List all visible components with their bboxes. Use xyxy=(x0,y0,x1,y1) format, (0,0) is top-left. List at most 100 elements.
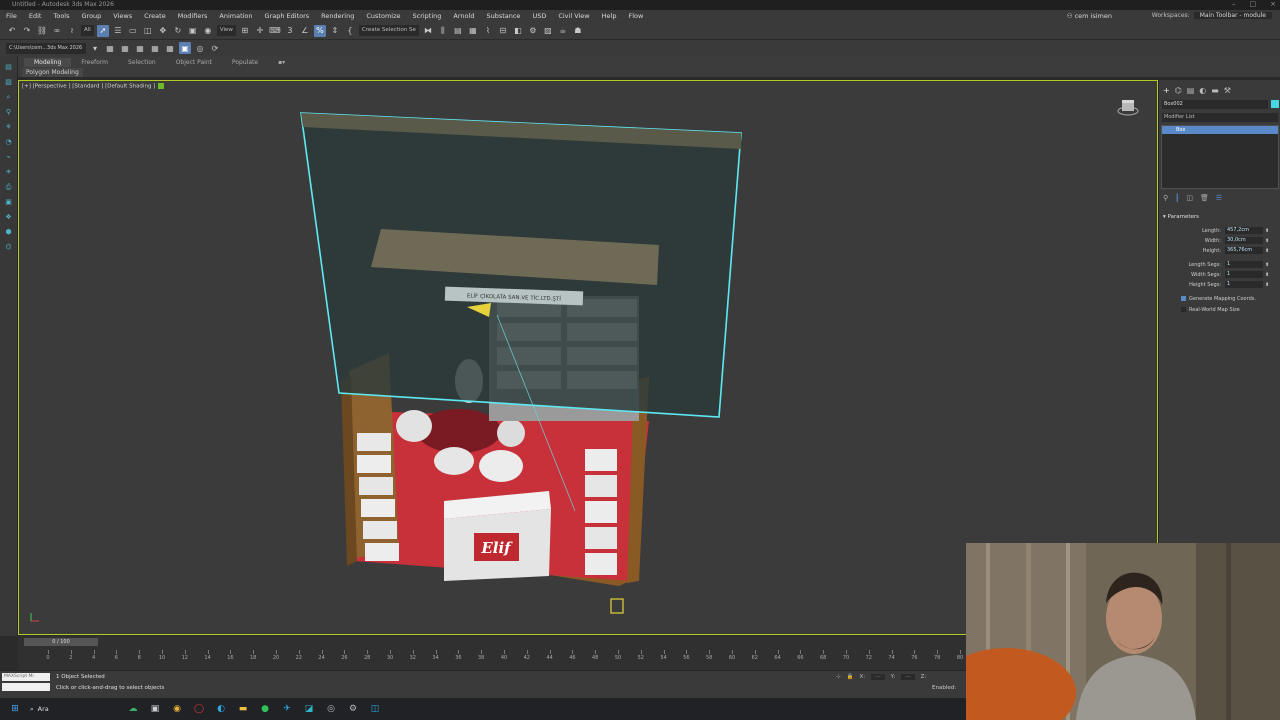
ribbon-options-icon[interactable]: ▪▾ xyxy=(268,58,295,67)
show-end-result-icon[interactable]: ┃ xyxy=(1175,194,1179,202)
menu-usd[interactable]: USD xyxy=(526,12,552,20)
modify-tab-icon[interactable]: ⌬ xyxy=(1175,86,1182,95)
helpers-icon[interactable]: ▣ xyxy=(4,197,14,207)
right-shelf-2[interactable] xyxy=(585,475,617,497)
material-editor-icon[interactable]: ◧ xyxy=(512,25,524,37)
ribbon-toggle-icon[interactable]: ▦ xyxy=(467,25,479,37)
motion-tab-icon[interactable]: ◐ xyxy=(1199,86,1206,95)
y-coord-field[interactable]: — xyxy=(901,674,915,680)
spotify-icon[interactable]: ● xyxy=(258,702,272,716)
geometry-icon[interactable]: ◔ xyxy=(4,137,14,147)
spinner-icon[interactable]: ⬍ xyxy=(1265,238,1269,244)
ribbon-panel-label[interactable]: Polygon Modeling xyxy=(22,68,83,77)
minimize-icon[interactable]: – xyxy=(1232,0,1236,10)
lights-icon[interactable]: ☀ xyxy=(4,167,14,177)
app2-icon[interactable]: ◫ xyxy=(368,702,382,716)
gen-mapping-checkbox[interactable]: Generate Mapping Coords. xyxy=(1181,296,1256,302)
menu-group[interactable]: Group xyxy=(76,12,108,20)
save-icon[interactable]: ▦ xyxy=(134,42,146,54)
tab-modeling[interactable]: Modeling xyxy=(24,58,72,67)
menu-animation[interactable]: Animation xyxy=(213,12,258,20)
shapes-icon[interactable]: ⌁ xyxy=(4,152,14,162)
task-view-icon[interactable]: ▣ xyxy=(148,702,162,716)
right-shelf-1[interactable] xyxy=(585,449,617,471)
obs-icon[interactable]: ◎ xyxy=(324,702,338,716)
length-input[interactable]: 457,2cm xyxy=(1225,227,1263,234)
isolate-icon[interactable]: ▦ xyxy=(164,42,176,54)
toggle-icon[interactable]: ▣ xyxy=(179,42,191,54)
app-icon[interactable]: ✈ xyxy=(280,702,294,716)
bones-icon[interactable]: ⌬ xyxy=(4,242,14,252)
spinner-icon[interactable]: ⬍ xyxy=(1265,262,1269,268)
menu-create[interactable]: Create xyxy=(138,12,172,20)
isolate-icon[interactable]: ⊹ xyxy=(836,674,841,680)
explorer-icon[interactable]: ▬ xyxy=(236,702,250,716)
left-shelf-2[interactable] xyxy=(357,455,391,473)
display-icon[interactable]: ⚲ xyxy=(4,107,14,117)
tab-selection[interactable]: Selection xyxy=(118,58,166,67)
spinner-icon[interactable]: ⬍ xyxy=(1265,228,1269,234)
menu-modifiers[interactable]: Modifiers xyxy=(172,12,214,20)
move-icon[interactable]: ✥ xyxy=(157,25,169,37)
new-scene-icon[interactable]: ▦ xyxy=(104,42,116,54)
snap-3d-icon[interactable]: 3 xyxy=(284,25,296,37)
left-shelf-6[interactable] xyxy=(365,543,399,561)
maxscript-listener[interactable]: MAXScript Mi xyxy=(2,673,50,681)
edge-icon[interactable]: ◐ xyxy=(214,702,228,716)
window-crossing-icon[interactable]: ◫ xyxy=(142,25,154,37)
chair-3[interactable] xyxy=(434,447,474,475)
left-shelf-4[interactable] xyxy=(361,499,395,517)
redo-icon[interactable]: ↷ xyxy=(21,25,33,37)
hierarchy-tab-icon[interactable]: ▤ xyxy=(1187,86,1195,95)
length-segs-input[interactable]: 1 xyxy=(1225,261,1263,268)
menu-edit[interactable]: Edit xyxy=(23,12,48,20)
bind-spacewarp-icon[interactable]: ≀ xyxy=(66,25,78,37)
left-shelf-3[interactable] xyxy=(359,477,393,495)
link-icon[interactable]: ⛓ xyxy=(36,25,48,37)
parameters-rollout[interactable]: ▾ Parameters xyxy=(1163,214,1199,220)
tab-object-paint[interactable]: Object Paint xyxy=(166,58,222,67)
menu-scripting[interactable]: Scripting xyxy=(407,12,448,20)
cameras-icon[interactable]: ⎙ xyxy=(4,182,14,192)
modifier-stack-item[interactable]: Box xyxy=(1162,126,1278,134)
menu-customize[interactable]: Customize xyxy=(360,12,406,20)
real-world-checkbox[interactable]: Real-World Map Size xyxy=(1181,307,1240,313)
container-icon[interactable]: ▦ xyxy=(149,42,161,54)
mirror-icon[interactable]: ⧓ xyxy=(422,25,434,37)
open-icon[interactable]: ▦ xyxy=(119,42,131,54)
render-teapot-icon[interactable]: ☗ xyxy=(572,25,584,37)
scale-icon[interactable]: ▣ xyxy=(187,25,199,37)
right-shelf-4[interactable] xyxy=(585,527,617,549)
unlink-icon[interactable]: ∞ xyxy=(51,25,63,37)
spacewarps-icon[interactable]: ❖ xyxy=(4,212,14,222)
menu-views[interactable]: Views xyxy=(107,12,138,20)
named-selection-icon[interactable]: { xyxy=(344,25,356,37)
spinner-snap-icon[interactable]: ⇕ xyxy=(329,25,341,37)
refresh-icon[interactable]: ◎ xyxy=(194,42,206,54)
pin-stack-icon[interactable]: ⚲ xyxy=(1163,194,1168,202)
chair-5[interactable] xyxy=(497,419,525,447)
tab-populate[interactable]: Populate xyxy=(222,58,268,67)
menu-substance[interactable]: Substance xyxy=(480,12,526,20)
spinner-icon[interactable]: ⬍ xyxy=(1265,248,1269,254)
place-icon[interactable]: ◉ xyxy=(202,25,214,37)
angle-snap-icon[interactable]: ∠ xyxy=(299,25,311,37)
percent-snap-icon[interactable]: % xyxy=(313,24,326,37)
track-bar[interactable]: 0 2 4 6 8 10 12 14 16 18 20 22 24 26 28 30 32 34 36 38 40 42 4… xyxy=(46,650,963,666)
undo-icon[interactable]: ↶ xyxy=(6,25,18,37)
taskbar-search[interactable]: ⌕ Ara xyxy=(30,705,118,714)
maximize-icon[interactable]: □ xyxy=(1250,0,1257,10)
windows-start-icon[interactable]: ⊞ xyxy=(8,702,22,716)
project-path[interactable]: C:\Users\cem...3ds Max 2026 xyxy=(6,42,86,54)
render-icon[interactable]: ☕ xyxy=(557,25,569,37)
3dsmax-icon[interactable]: ◪ xyxy=(302,702,316,716)
menu-rendering[interactable]: Rendering xyxy=(315,12,360,20)
rotate-icon[interactable]: ↻ xyxy=(172,25,184,37)
configure-sets-icon[interactable]: ☰ xyxy=(1216,194,1222,202)
curve-editor-icon[interactable]: ⌇ xyxy=(482,25,494,37)
object-color-swatch[interactable] xyxy=(1271,100,1279,108)
menu-help[interactable]: Help xyxy=(596,12,623,20)
reference-coord-dropdown[interactable]: View xyxy=(216,25,236,36)
sign-in[interactable]: ⚇ cem isimen xyxy=(1067,10,1112,22)
sync-icon[interactable]: ⟳ xyxy=(209,42,221,54)
